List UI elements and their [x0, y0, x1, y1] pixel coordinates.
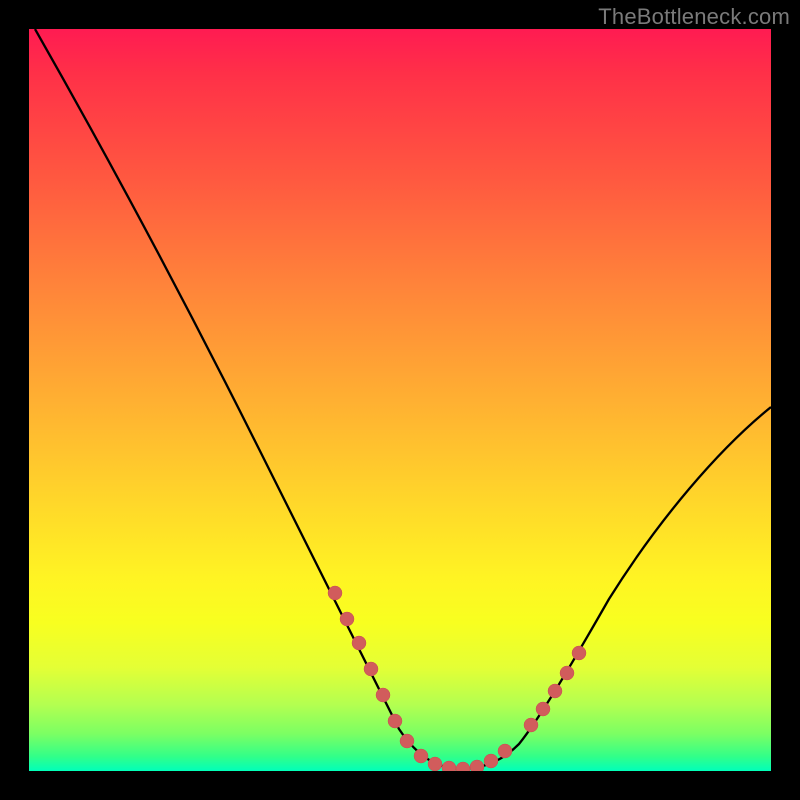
- watermark-text: TheBottleneck.com: [598, 4, 790, 30]
- chart-gradient-background: [29, 29, 771, 771]
- chart-frame: TheBottleneck.com: [0, 0, 800, 800]
